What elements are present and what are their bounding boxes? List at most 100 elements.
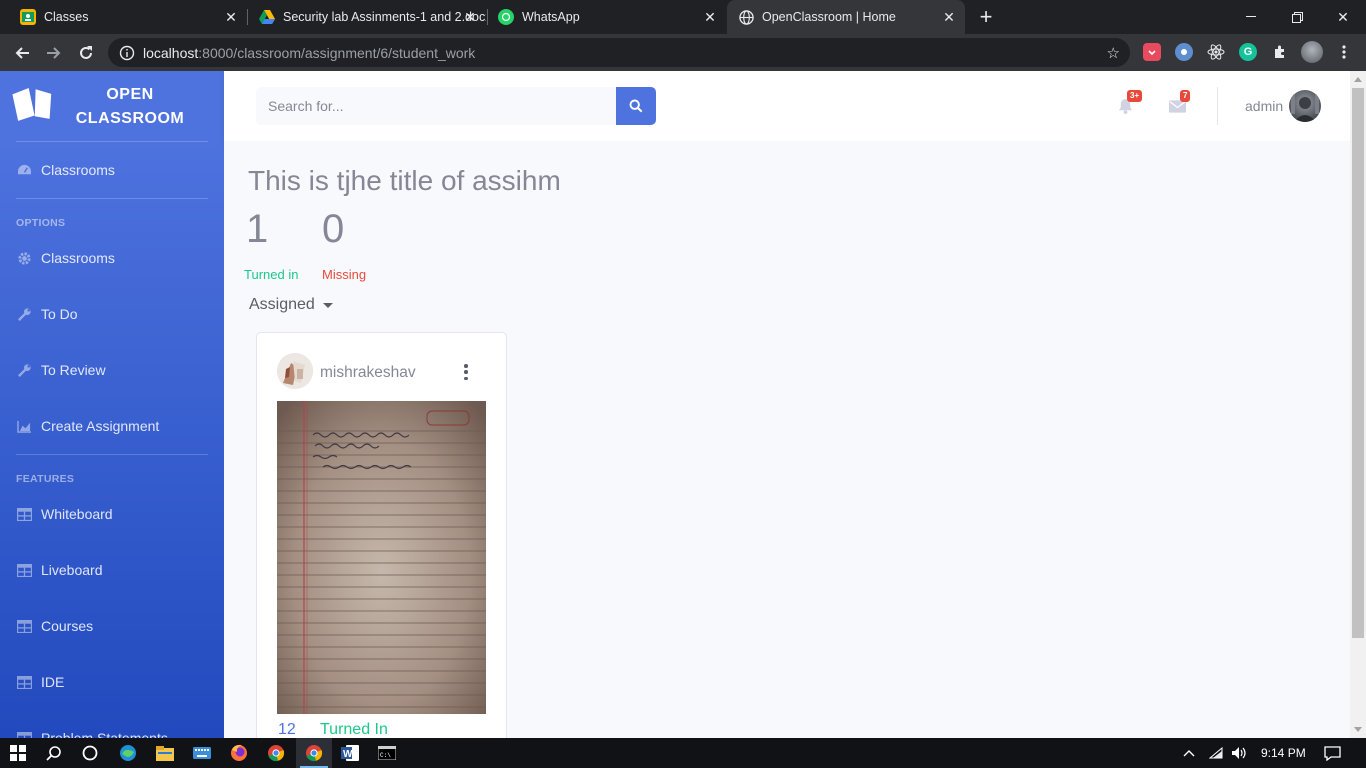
sidebar-item-to-review[interactable]: To Review <box>16 359 216 381</box>
submitted-notebook-image[interactable] <box>277 401 486 714</box>
sidebar-item-todo[interactable]: To Do <box>16 303 216 325</box>
globe-icon <box>738 9 754 25</box>
open-book-icon <box>12 88 52 121</box>
sidebar-item-label: Problem Statements <box>41 730 168 738</box>
sidebar-item-classrooms-dashboard[interactable]: Classrooms <box>16 159 216 181</box>
file-explorer-icon[interactable] <box>147 738 183 768</box>
sidebar-divider <box>16 141 208 142</box>
wrench-icon <box>16 362 32 378</box>
sidebar-item-label: Whiteboard <box>41 506 113 522</box>
task-view-icon[interactable] <box>72 738 108 768</box>
ellipsis-vertical-icon[interactable] <box>460 364 472 380</box>
new-tab-icon[interactable]: + <box>975 6 997 28</box>
sidebar-item-liveboard[interactable]: Liveboard <box>16 559 216 581</box>
table-icon <box>16 562 32 578</box>
scrollbar-thumb[interactable] <box>1352 88 1364 638</box>
missing-count: 0 <box>322 207 345 251</box>
sidebar-item-classrooms[interactable]: Classrooms <box>16 247 216 269</box>
sidebar-item-ide[interactable]: IDE <box>16 671 216 693</box>
submission-status: Turned In <box>320 721 388 738</box>
back-arrow-icon[interactable] <box>10 41 34 65</box>
forward-arrow-icon[interactable] <box>42 41 66 65</box>
tab-openclassroom[interactable]: OpenClassroom | Home ✕ <box>727 0 965 34</box>
assigned-filter-dropdown[interactable]: Assigned <box>249 296 333 314</box>
profile-avatar[interactable] <box>1301 41 1323 63</box>
close-window-icon[interactable]: ✕ <box>1320 0 1366 34</box>
student-work-card[interactable]: mishrakeshav 12 Turned In <box>256 332 507 752</box>
pocket-extension-icon[interactable] <box>1143 43 1161 61</box>
table-icon <box>16 730 32 738</box>
messages-dropdown[interactable]: 7 <box>1165 90 1191 117</box>
wifi-icon[interactable] <box>1209 738 1223 768</box>
alerts-dropdown[interactable]: 3+ <box>1113 90 1143 117</box>
main-content: This is tjhe title of assihm 1 Turned in… <box>224 141 1350 752</box>
search-button[interactable] <box>616 87 656 125</box>
sidebar-item-courses[interactable]: Courses <box>16 615 216 637</box>
close-tab-icon[interactable]: ✕ <box>941 9 957 25</box>
svg-text:W: W <box>343 749 353 760</box>
tab-whatsapp[interactable]: WhatsApp ✕ <box>488 0 726 34</box>
tab-security-lab[interactable]: Security lab Assinments-1 and 2.docx ✕ <box>248 0 486 34</box>
page-scrollbar[interactable] <box>1350 71 1366 738</box>
extension-circle-icon[interactable] <box>1175 43 1193 61</box>
google-classroom-icon <box>20 9 36 25</box>
brand-name: OPEN CLASSROOM <box>75 86 185 127</box>
sidebar-brand[interactable]: OPEN CLASSROOM <box>0 71 224 141</box>
address-bar[interactable]: localhost:8000/classroom/assignment/6/st… <box>108 38 1130 67</box>
site-info-icon[interactable] <box>119 45 135 61</box>
windows-start-icon[interactable] <box>0 738 36 768</box>
clock-time[interactable]: 9:14 PM <box>1261 738 1306 768</box>
keyboard-app-icon[interactable] <box>184 738 220 768</box>
chrome-icon[interactable] <box>258 738 294 768</box>
table-icon <box>16 674 32 690</box>
sidebar-item-whiteboard[interactable]: Whiteboard <box>16 503 216 525</box>
bookmark-star-icon[interactable]: ☆ <box>1107 44 1120 62</box>
sidebar-item-create-assignment[interactable]: Create Assignment <box>16 415 216 437</box>
tab-title: OpenClassroom | Home <box>762 10 896 24</box>
word-icon[interactable]: W <box>332 738 368 768</box>
scroll-up-arrow-icon[interactable] <box>1354 77 1362 82</box>
volume-icon[interactable] <box>1231 738 1247 768</box>
notifications-icon[interactable] <box>1324 738 1341 768</box>
missing-label: Missing <box>322 267 367 282</box>
sidebar-item-label: Classrooms <box>41 250 115 266</box>
chrome-active-icon[interactable] <box>296 738 332 768</box>
sidebar-item-label: IDE <box>41 674 65 690</box>
tab-classes[interactable]: Classes ✕ <box>0 0 247 34</box>
restore-icon[interactable] <box>1274 0 1320 34</box>
edge-browser-icon[interactable] <box>110 738 146 768</box>
turned-in-label: Turned in <box>244 267 299 282</box>
react-devtools-icon[interactable] <box>1207 43 1225 61</box>
user-avatar[interactable] <box>1289 90 1321 122</box>
svg-text:C:\: C:\ <box>380 752 391 759</box>
sidebar-item-label: To Review <box>41 362 106 378</box>
search-input[interactable] <box>256 87 616 125</box>
google-drive-icon <box>259 9 275 25</box>
caret-down-icon <box>322 302 333 308</box>
reload-icon[interactable] <box>74 41 98 65</box>
minimize-icon[interactable] <box>1228 0 1274 34</box>
student-username[interactable]: mishrakeshav <box>320 364 416 382</box>
command-prompt-icon[interactable]: C:\ <box>369 738 405 768</box>
close-tab-icon[interactable]: ✕ <box>702 9 718 25</box>
search-icon[interactable] <box>36 738 72 768</box>
extensions-puzzle-icon[interactable] <box>1271 43 1289 61</box>
filter-label: Assigned <box>249 296 315 313</box>
assignment-title: This is tjhe title of assihm <box>248 165 561 196</box>
windows-taskbar: W C:\ 9:14 PM <box>0 738 1366 768</box>
chart-area-icon <box>16 418 32 434</box>
tab-title: WhatsApp <box>522 10 580 24</box>
sidebar-heading-options: OPTIONS <box>16 217 66 229</box>
browser-menu-icon[interactable] <box>1335 43 1353 61</box>
browser-toolbar: localhost:8000/classroom/assignment/6/st… <box>0 34 1366 71</box>
firefox-icon[interactable] <box>221 738 257 768</box>
student-avatar <box>277 353 313 389</box>
sidebar-item-problem-statements[interactable]: Problem Statements <box>16 727 216 738</box>
close-tab-icon[interactable]: ✕ <box>462 9 478 25</box>
close-tab-icon[interactable]: ✕ <box>223 9 239 25</box>
scroll-down-arrow-icon[interactable] <box>1354 727 1362 732</box>
tray-chevron-icon[interactable] <box>1183 738 1195 768</box>
grammarly-icon[interactable]: G <box>1239 43 1257 61</box>
topbar-username[interactable]: admin <box>1245 98 1283 114</box>
messages-counter-badge: 7 <box>1180 90 1191 102</box>
